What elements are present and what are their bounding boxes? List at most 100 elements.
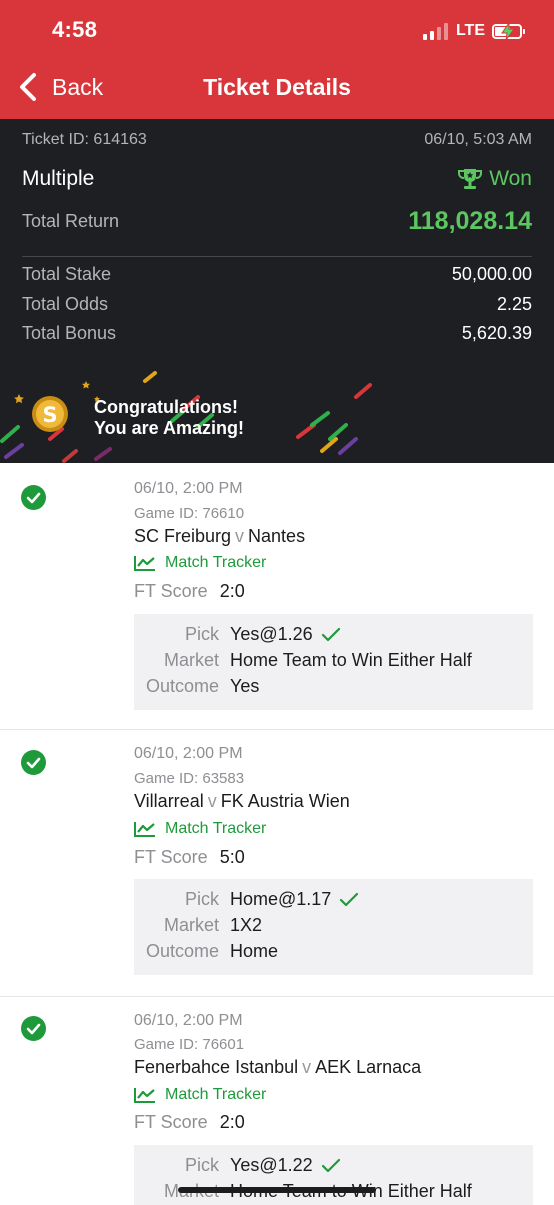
- total-bonus-value: 5,620.39: [461, 323, 532, 343]
- match-time: 06/10, 2:00 PM: [134, 1012, 243, 1029]
- vs-label: v: [302, 1057, 312, 1077]
- chevron-left-icon: [20, 73, 36, 101]
- match-card: 06/10, 2:00 PM Game ID: 76610 SC Freibur…: [0, 463, 554, 730]
- pick-value: Yes@1.26: [230, 624, 313, 644]
- match-tracker-link[interactable]: Match Tracker: [134, 1086, 266, 1104]
- game-id: Game ID: 63583: [134, 770, 245, 787]
- divider: [22, 256, 532, 257]
- ft-score-label: FT Score: [134, 581, 208, 601]
- outcome-row: Outcome Home: [134, 941, 533, 962]
- status-badge: Won: [457, 167, 532, 191]
- ft-score-value: 2:0: [219, 1112, 245, 1132]
- chart-line-icon: [134, 1088, 155, 1103]
- home-team: Fenerbahce Istanbul: [134, 1057, 299, 1077]
- signal-icon: [422, 22, 448, 40]
- chart-line-icon: [134, 822, 155, 837]
- game-id: Game ID: 76601: [134, 1036, 245, 1053]
- total-stake-row: Total Stake 50,000.00: [22, 264, 532, 285]
- ticket-type: Multiple: [22, 167, 95, 190]
- market-label: Market: [163, 650, 219, 670]
- ft-score-row: FT Score 2:0: [134, 581, 245, 602]
- match-card: 06/10, 2:00 PM Game ID: 76601 Fenerbahce…: [0, 997, 554, 1205]
- total-return-label: Total Return: [22, 211, 120, 231]
- away-team: FK Austria Wien: [220, 791, 350, 811]
- match-teams: Villarreal v FK Austria Wien: [134, 791, 350, 812]
- back-label: Back: [52, 73, 104, 100]
- won-check-icon: [21, 750, 46, 775]
- bet-detail-box: Pick Yes@1.22 Market Home Team to Win Ei…: [134, 1145, 533, 1205]
- total-stake-label: Total Stake: [22, 264, 112, 284]
- confetti-decoration: S: [0, 371, 372, 463]
- ticket-type-row: Multiple Won: [22, 167, 532, 191]
- won-check-icon: [21, 485, 46, 510]
- network-type: LTE: [455, 22, 485, 39]
- checkmark-icon: [321, 627, 340, 641]
- vs-label: v: [235, 526, 245, 546]
- market-row: Market 1X2: [134, 915, 533, 936]
- bet-detail-box: Pick Home@1.17 Market 1X2 Outcome Home: [134, 879, 533, 975]
- ticket-id-row: Ticket ID: 614163 06/10, 5:03 AM: [22, 131, 532, 149]
- home-indicator[interactable]: [178, 1187, 376, 1193]
- battery-charging-icon: [492, 22, 525, 40]
- back-button[interactable]: Back: [16, 72, 103, 102]
- checkmark-icon: [321, 1158, 340, 1172]
- match-time: 06/10, 2:00 PM: [134, 480, 243, 497]
- match-tracker-label: Match Tracker: [165, 554, 267, 571]
- outcome-value: Home: [230, 941, 279, 961]
- ft-score-label: FT Score: [134, 847, 208, 867]
- trophy-icon: [458, 169, 483, 189]
- pick-row: Pick Home@1.17: [134, 889, 533, 910]
- status-indicators: LTE: [422, 18, 525, 44]
- home-team: Villarreal: [134, 791, 204, 811]
- congrats-line-2: You are Amazing!: [94, 418, 245, 438]
- match-tracker-label: Match Tracker: [165, 1086, 267, 1103]
- svg-text:S: S: [42, 403, 57, 427]
- ft-score-row: FT Score 5:0: [134, 847, 245, 868]
- vs-label: v: [207, 791, 217, 811]
- game-id: Game ID: 76610: [134, 505, 245, 522]
- pick-label: Pick: [184, 889, 219, 909]
- pick-row: Pick Yes@1.26: [134, 624, 533, 645]
- away-team: Nantes: [248, 526, 306, 546]
- ft-score-value: 2:0: [219, 581, 245, 601]
- status-time: 4:58: [52, 17, 98, 42]
- market-value: Home Team to Win Either Half: [230, 650, 472, 670]
- ft-score-row: FT Score 2:0: [134, 1112, 245, 1133]
- match-time: 06/10, 2:00 PM: [134, 745, 243, 762]
- bet-detail-box: Pick Yes@1.26 Market Home Team to Win Ei…: [134, 614, 533, 710]
- coin-icon: S: [32, 396, 68, 432]
- total-return-value: 118,028.14: [408, 207, 532, 235]
- away-team: AEK Larnaca: [315, 1057, 422, 1077]
- market-label: Market: [163, 915, 219, 935]
- pick-label: Pick: [184, 1155, 219, 1175]
- ticket-id: Ticket ID: 614163: [22, 131, 147, 148]
- checkmark-icon: [340, 892, 359, 906]
- header-bar: 4:58 LTE Back Ticket Details: [0, 0, 554, 119]
- status-label: Won: [489, 167, 532, 190]
- total-stake-value: 50,000.00: [451, 264, 532, 284]
- total-return-row: Total Return 118,028.14: [22, 207, 532, 236]
- pick-value: Yes@1.22: [230, 1155, 313, 1175]
- match-tracker-link[interactable]: Match Tracker: [134, 554, 266, 572]
- pick-label: Pick: [184, 624, 219, 644]
- market-row: Market Home Team to Win Either Half: [134, 650, 533, 671]
- match-tracker-label: Match Tracker: [165, 820, 267, 837]
- outcome-row: Outcome Yes: [134, 676, 533, 697]
- match-card: 06/10, 2:00 PM Game ID: 63583 Villarreal…: [0, 730, 554, 997]
- congrats-line-1: Congratulations!: [94, 397, 238, 417]
- outcome-label: Outcome: [145, 941, 219, 961]
- total-odds-row: Total Odds 2.25: [22, 294, 532, 315]
- total-bonus-row: Total Bonus 5,620.39: [22, 323, 532, 344]
- pick-value: Home@1.17: [230, 889, 332, 909]
- pick-row: Pick Yes@1.22: [134, 1155, 533, 1176]
- market-value: 1X2: [230, 915, 263, 935]
- ft-score-label: FT Score: [134, 1112, 208, 1132]
- total-bonus-label: Total Bonus: [22, 323, 117, 343]
- match-tracker-link[interactable]: Match Tracker: [134, 820, 266, 838]
- ticket-datetime: 06/10, 5:03 AM: [424, 131, 532, 148]
- outcome-label: Outcome: [145, 676, 219, 696]
- ft-score-value: 5:0: [219, 847, 245, 867]
- outcome-value: Yes: [230, 676, 260, 696]
- match-teams: Fenerbahce Istanbul v AEK Larnaca: [134, 1057, 421, 1078]
- total-odds-label: Total Odds: [22, 294, 109, 314]
